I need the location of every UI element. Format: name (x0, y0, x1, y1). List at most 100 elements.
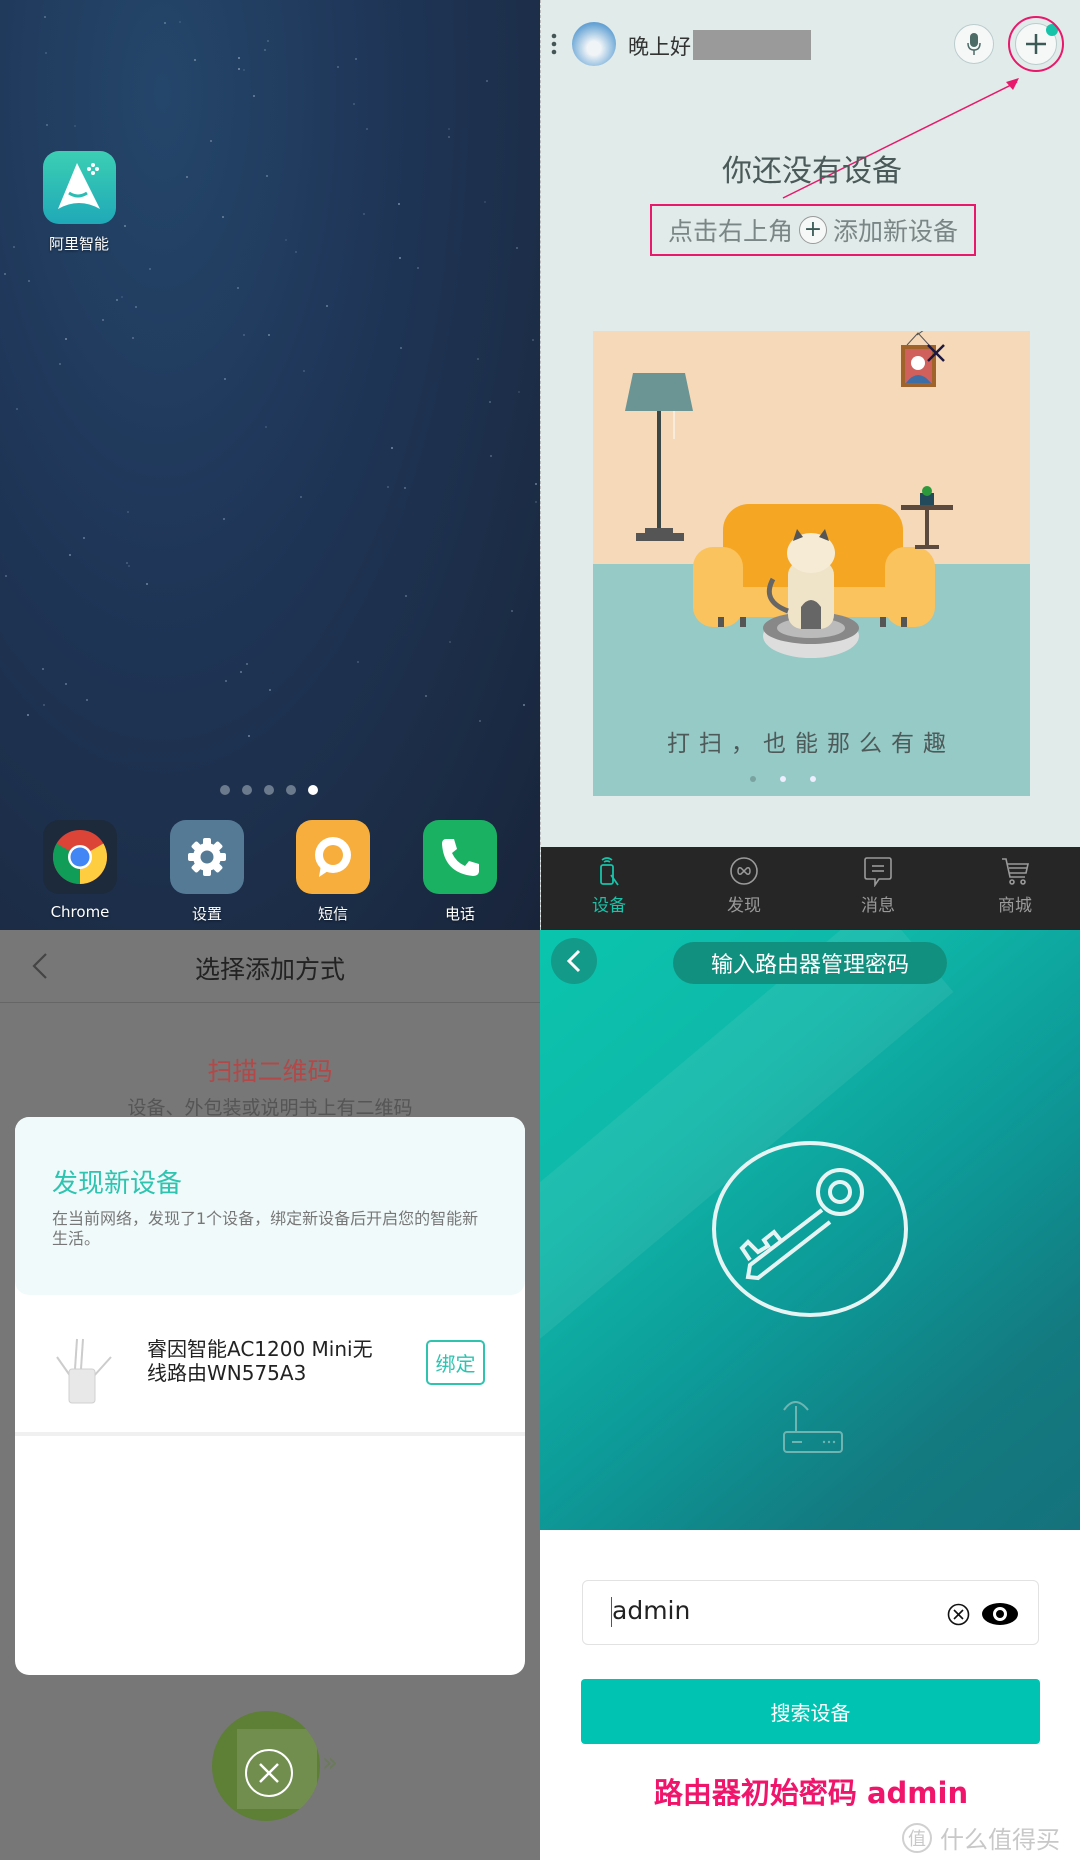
page-dot[interactable] (264, 785, 274, 795)
star (43, 703, 45, 706)
page-dot-active[interactable] (308, 785, 318, 795)
star (267, 333, 270, 336)
device-row[interactable]: 睿因智能AC1200 Mini无 线路由WN575A3 绑定 (15, 1307, 525, 1427)
star (83, 537, 86, 540)
page-title: 输入路由器管理密码 (673, 942, 947, 984)
page-dot[interactable] (242, 785, 252, 795)
scan-qr-title[interactable]: 扫描二维码 (207, 1052, 332, 1088)
star (27, 713, 30, 716)
star (221, 216, 224, 219)
back-button[interactable] (551, 938, 597, 984)
star (4, 574, 7, 577)
back-icon (566, 949, 581, 973)
star (15, 407, 18, 410)
star (486, 79, 489, 82)
home-screen: 阿里智能 Chrome 设置 短信 电话 (0, 0, 540, 930)
star (237, 57, 240, 60)
banner-dot[interactable] (780, 776, 786, 782)
star (490, 455, 493, 458)
star (398, 256, 401, 259)
star (387, 485, 390, 488)
bind-button[interactable]: 绑定 (426, 1340, 485, 1385)
star (448, 640, 451, 643)
star (239, 670, 242, 673)
star (65, 337, 68, 340)
star (116, 299, 119, 302)
star (73, 125, 76, 128)
star (42, 667, 45, 670)
dock-label: 电话 (444, 905, 476, 923)
star (403, 486, 406, 489)
dock-chrome[interactable] (43, 820, 117, 894)
star (448, 128, 451, 131)
star (64, 683, 67, 686)
app-label: 阿里智能 (48, 235, 110, 253)
nav-label: 消息 (861, 896, 895, 916)
page-dot[interactable] (220, 785, 230, 795)
star (515, 246, 518, 249)
star (243, 68, 246, 71)
star (68, 553, 71, 556)
router-product-image (56, 1338, 112, 1404)
star (86, 699, 89, 702)
star (266, 39, 269, 42)
nav-store[interactable]: 商城 (965, 855, 1065, 916)
chevron-right-icon: » (322, 1748, 338, 1778)
nav-label: 设备 (592, 896, 626, 916)
close-banner-icon[interactable] (926, 343, 946, 363)
banner-caption: 打扫，也能那么有趣 (667, 731, 955, 757)
page-dot[interactable] (286, 785, 296, 795)
star (489, 401, 492, 404)
show-password-eye-icon[interactable] (981, 1602, 1019, 1626)
promo-banner[interactable]: 打扫，也能那么有趣 (593, 331, 1030, 796)
cart-icon (1002, 858, 1029, 885)
banner-dot-active[interactable] (750, 776, 756, 782)
banner-dot[interactable] (810, 776, 816, 782)
star (362, 213, 365, 216)
star (295, 251, 298, 254)
dock-phone[interactable] (423, 820, 497, 894)
star (356, 660, 359, 663)
divider (0, 1002, 540, 1003)
star (225, 679, 228, 682)
star (131, 336, 134, 339)
annotation-box: 点击右上角 + 添加新设备 (650, 204, 976, 256)
password-input[interactable]: admin (582, 1580, 1039, 1645)
back-icon[interactable] (32, 952, 48, 980)
dock-settings[interactable] (170, 820, 244, 894)
star (120, 296, 123, 299)
star (522, 704, 525, 707)
star (302, 370, 305, 373)
router-icon (783, 1401, 843, 1453)
star (210, 139, 213, 142)
phone-icon (442, 839, 479, 876)
nav-discover[interactable]: 发现 (694, 855, 794, 916)
password-value: admin (612, 1596, 691, 1625)
close-dialog-button[interactable] (245, 1749, 293, 1797)
password-note: 路由器初始密码 admin (653, 1776, 969, 1810)
star (3, 273, 6, 276)
star (336, 65, 339, 68)
star (264, 426, 267, 429)
search-device-button[interactable]: 搜索设备 (581, 1679, 1040, 1744)
hint-text: 添加新设备 (833, 217, 959, 246)
nav-devices[interactable]: 设备 (559, 855, 659, 916)
star (145, 582, 148, 585)
star (478, 720, 481, 723)
star (222, 517, 225, 520)
star (164, 22, 167, 25)
app-aliyun-smart[interactable]: 阿里智能 (43, 151, 116, 253)
star (263, 48, 266, 51)
device-remote-icon (600, 857, 619, 886)
star (27, 280, 30, 283)
star (127, 564, 130, 567)
star (352, 103, 355, 106)
dock-sms[interactable] (296, 820, 370, 894)
clear-input-icon[interactable] (947, 1603, 970, 1626)
star (405, 594, 408, 597)
star (477, 357, 480, 360)
dialog-desc: 在当前网络，发现了1个设备，绑定新设备后开启您的智能新生活。 (52, 1209, 479, 1248)
nav-messages[interactable]: 消息 (828, 855, 928, 916)
page-title: 选择添加方式 (194, 955, 346, 984)
star (178, 20, 181, 23)
